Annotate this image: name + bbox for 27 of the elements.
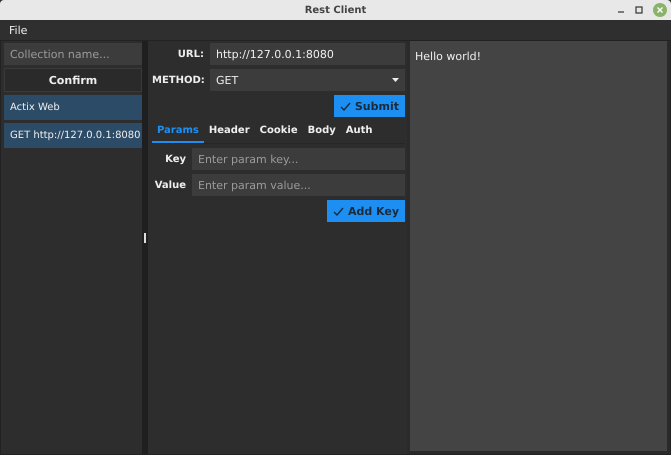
tab[interactable]: Cookie — [254, 121, 303, 143]
add-key-button[interactable]: Add Key — [326, 200, 405, 222]
tab[interactable]: Header — [204, 121, 255, 143]
param-value-field[interactable]: Enter param value... — [192, 174, 405, 196]
caret-icon — [392, 78, 399, 82]
value-label: Value — [154, 180, 186, 190]
window-title: Rest Client — [304, 4, 366, 16]
sidebar-item[interactable]: Actix Web — [4, 95, 142, 120]
method-dropdown[interactable]: GET — [210, 69, 405, 91]
submit-button[interactable]: Submit — [334, 95, 405, 117]
collection-name-field[interactable]: Collection name... — [4, 43, 142, 65]
response-text: Hello world! — [415, 50, 482, 63]
maximize-icon[interactable] — [635, 6, 643, 14]
tab[interactable]: Auth — [340, 121, 378, 143]
check-icon — [340, 102, 351, 110]
method-label: METHOD: — [152, 74, 204, 86]
param-key-field[interactable]: Enter param key... — [192, 148, 405, 170]
check-icon — [332, 206, 344, 216]
tab[interactable]: Body — [302, 121, 341, 143]
url-label: URL: — [176, 48, 204, 60]
key-label: Key — [164, 154, 186, 164]
confirm-button[interactable]: Confirm — [4, 68, 142, 92]
tab[interactable]: Params — [152, 121, 204, 143]
url-field[interactable]: http://127.0.0.1:8080 — [210, 43, 405, 65]
splitter-handle[interactable] — [144, 232, 146, 242]
menu-item[interactable]: File — [9, 24, 28, 36]
sidebar-item[interactable]: GET http://127.0.0.1:8080 — [4, 123, 142, 148]
